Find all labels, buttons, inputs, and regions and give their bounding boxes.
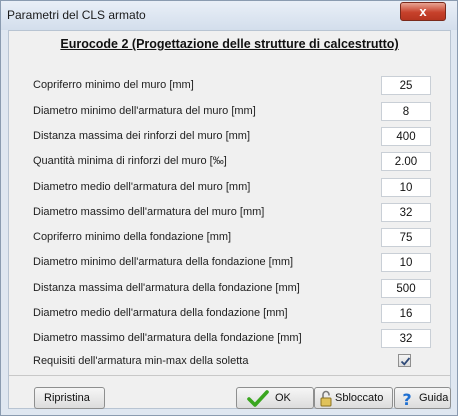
label-diametro-min-muro: Diametro minimo dell'armatura del muro [… xyxy=(33,105,256,117)
input-diametro-max-muro[interactable] xyxy=(381,203,431,222)
requisiti-soletta-checkbox[interactable] xyxy=(398,354,411,367)
input-distanza-max-muro[interactable] xyxy=(381,127,431,146)
input-diametro-medio-fondazione[interactable] xyxy=(381,304,431,323)
label-diametro-medio-fondazione: Diametro medio dell'armatura della fonda… xyxy=(33,307,288,319)
help-button[interactable]: ? Guida xyxy=(394,387,451,409)
close-button[interactable]: x xyxy=(400,2,446,21)
button-separator xyxy=(9,375,450,376)
input-diametro-min-fondazione[interactable] xyxy=(381,253,431,272)
input-diametro-min-muro[interactable] xyxy=(381,102,431,121)
label-diametro-max-muro: Diametro massimo dell'armatura del muro … xyxy=(33,206,265,218)
label-diametro-min-fondazione: Diametro minimo dell'armatura della fond… xyxy=(33,256,294,268)
label-copriferro-muro: Copriferro minimo del muro [mm] xyxy=(33,79,194,91)
input-copriferro-muro[interactable] xyxy=(381,76,431,95)
label-diametro-max-fondazione: Diametro massimo dell'armatura della fon… xyxy=(33,332,302,344)
reset-button-label: Ripristina xyxy=(44,392,90,404)
dialog-window: Parametri del CLS armato x Eurocode 2 (P… xyxy=(0,0,458,416)
label-copriferro-fondazione: Copriferro minimo della fondazione [mm] xyxy=(33,231,232,243)
title-bar[interactable]: Parametri del CLS armato x xyxy=(1,1,457,30)
ok-button[interactable]: OK xyxy=(236,387,314,409)
unlock-icon xyxy=(320,390,332,414)
label-diametro-medio-muro: Diametro medio dell'armatura del muro [m… xyxy=(33,181,251,193)
label-quantita-min-muro: Quantità minima di rinforzi del muro [‰] xyxy=(33,155,227,167)
input-diametro-max-fondazione[interactable] xyxy=(381,329,431,348)
label-requisiti-soletta: Requisiti dell'armatura min-max della so… xyxy=(33,355,249,367)
green-check-icon xyxy=(247,390,269,414)
input-quantita-min-muro[interactable] xyxy=(381,152,431,171)
input-diametro-medio-muro[interactable] xyxy=(381,178,431,197)
reset-button[interactable]: Ripristina xyxy=(34,387,105,409)
unlock-button-label: Sbloccato xyxy=(335,392,384,404)
checkmark-icon xyxy=(400,357,411,366)
svg-text:?: ? xyxy=(402,390,411,407)
question-mark-icon: ? xyxy=(400,390,414,414)
ok-button-label: OK xyxy=(275,392,291,404)
help-button-label: Guida xyxy=(419,392,449,404)
input-distanza-max-fondazione[interactable] xyxy=(381,279,431,298)
input-copriferro-fondazione[interactable] xyxy=(381,228,431,247)
label-distanza-max-fondazione: Distanza massima dell'armatura della fon… xyxy=(33,282,300,294)
section-heading: Eurocode 2 (Progettazione delle struttur… xyxy=(60,37,399,51)
window-title: Parametri del CLS armato xyxy=(7,8,146,22)
dialog-client-area: Eurocode 2 (Progettazione delle struttur… xyxy=(8,30,451,409)
unlock-button[interactable]: Sbloccato xyxy=(314,387,393,409)
close-icon: x xyxy=(419,4,427,19)
label-distanza-max-muro: Distanza massima dei rinforzi del muro [… xyxy=(33,130,251,142)
